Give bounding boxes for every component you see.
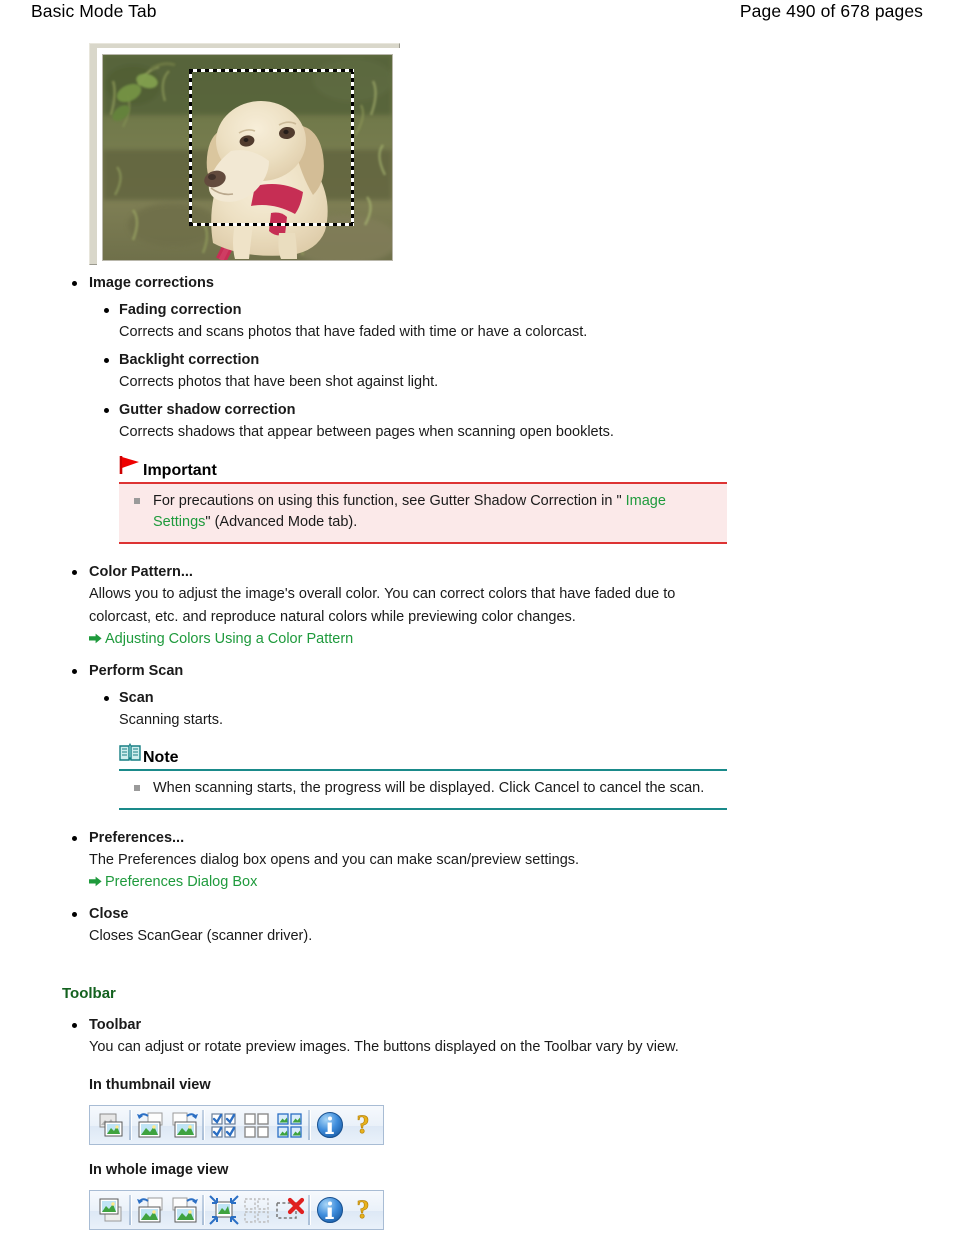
help-icon[interactable]: ? [346, 1193, 379, 1227]
red-flag-icon [119, 455, 141, 480]
toolbar-separator [129, 1110, 132, 1140]
note-callout-body: When scanning starts, the progress will … [119, 769, 727, 810]
rotate-right-icon[interactable] [167, 1193, 200, 1227]
desc-color-pattern: Allows you to adjust the image's overall… [89, 586, 676, 625]
preview-photo-dog [103, 55, 392, 260]
important-text: For precautions on using this function, … [129, 491, 717, 533]
term-fading-correction: Fading correction [119, 302, 242, 318]
list-item: Close [0, 904, 954, 925]
link-adjusting-colors[interactable]: Adjusting Colors Using a Color Pattern [105, 631, 353, 647]
list-item: Scan [0, 688, 954, 709]
select-all-frames-icon[interactable] [207, 1108, 240, 1142]
page-header: Basic Mode Tab Page 490 of 678 pages [0, 0, 954, 34]
preview-icon[interactable] [94, 1108, 127, 1142]
help-icon[interactable]: ? [346, 1108, 379, 1142]
page-number-indicator: Page 490 of 678 pages [739, 1, 923, 21]
document-body: Image corrections Fading correction Corr… [0, 273, 954, 1230]
green-arrow-icon [89, 873, 102, 893]
desc-preferences: The Preferences dialog box opens and you… [89, 852, 580, 868]
term-gutter-shadow-correction: Gutter shadow correction [119, 402, 296, 418]
list-item: Perform Scan [0, 661, 954, 682]
rotate-right-icon[interactable] [167, 1108, 200, 1142]
desc-fading-correction: Corrects and scans photos that have fade… [119, 324, 588, 340]
list-item: Backlight correction [0, 350, 954, 371]
toolbar-whole-image-view[interactable]: ? [89, 1190, 384, 1230]
important-callout: Important For precautions on using this … [119, 455, 727, 544]
desc-toolbar: You can adjust or rotate preview images.… [89, 1039, 679, 1055]
square-bullet-icon [134, 498, 140, 504]
list-item: Fading correction [0, 300, 954, 321]
rotate-left-icon[interactable] [134, 1193, 167, 1227]
page-title: Basic Mode Tab [31, 1, 157, 21]
toolbar-separator [308, 1110, 311, 1140]
auto-crop-frames-icon[interactable] [273, 1108, 306, 1142]
subheading-whole-image-view: In whole image view [89, 1162, 229, 1178]
toolbar-separator [202, 1195, 205, 1225]
note-text-content: When scanning starts, the progress will … [153, 780, 705, 796]
term-backlight-correction: Backlight correction [119, 352, 260, 368]
term-preferences: Preferences... [89, 830, 185, 846]
term-close: Close [89, 906, 129, 922]
information-icon[interactable] [313, 1193, 346, 1227]
important-callout-header: Important [119, 455, 727, 482]
toolbar-thumbnail-view[interactable]: ? [89, 1105, 384, 1145]
link-row-color-pattern: Adjusting Colors Using a Color Pattern [0, 629, 954, 650]
book-note-icon [119, 742, 141, 767]
auto-crop-icon[interactable] [207, 1193, 240, 1227]
preview-icon[interactable] [94, 1193, 127, 1227]
list-item: Gutter shadow correction [0, 400, 954, 421]
note-callout: Note When scanning starts, the progress … [119, 742, 727, 810]
rotate-left-icon[interactable] [134, 1108, 167, 1142]
svg-text:?: ? [356, 1195, 369, 1224]
desc-gutter-shadow-correction: Corrects shadows that appear between pag… [119, 424, 614, 440]
select-all-frames-disabled-icon [240, 1193, 273, 1227]
deselect-all-frames-icon[interactable] [240, 1108, 273, 1142]
green-arrow-icon [89, 630, 102, 650]
toolbar-separator [129, 1195, 132, 1225]
term-toolbar: Toolbar [89, 1017, 142, 1033]
preview-screenshot-figure [89, 43, 400, 265]
important-text-after: " (Advanced Mode tab). [205, 514, 358, 530]
crop-selection-frame[interactable] [189, 69, 354, 226]
subheading-thumbnail-view: In thumbnail view [89, 1077, 211, 1093]
list-item: Toolbar [0, 1015, 954, 1036]
important-text-before: For precautions on using this function, … [153, 493, 622, 509]
term-image-corrections: Image corrections [89, 275, 214, 291]
square-bullet-icon [134, 785, 140, 791]
important-callout-body: For precautions on using this function, … [119, 482, 727, 544]
desc-scan: Scanning starts. [119, 712, 223, 728]
list-item: Color Pattern... [0, 562, 954, 583]
term-scan: Scan [119, 690, 154, 706]
term-perform-scan: Perform Scan [89, 663, 184, 679]
list-item: Preferences... [0, 828, 954, 849]
link-row-preferences: Preferences Dialog Box [0, 872, 954, 893]
remove-frame-icon[interactable] [273, 1193, 306, 1227]
important-label: Important [143, 462, 217, 479]
section-heading-toolbar: Toolbar [62, 985, 116, 1002]
toolbar-separator [202, 1110, 205, 1140]
term-color-pattern: Color Pattern... [89, 564, 193, 580]
toolbar-separator [308, 1195, 311, 1225]
list-item: Image corrections [0, 273, 954, 294]
desc-backlight-correction: Corrects photos that have been shot agai… [119, 374, 439, 390]
note-label: Note [143, 749, 179, 766]
information-icon[interactable] [313, 1108, 346, 1142]
svg-text:?: ? [356, 1110, 369, 1139]
link-preferences-dialog-box[interactable]: Preferences Dialog Box [105, 874, 257, 890]
note-text: When scanning starts, the progress will … [129, 778, 717, 799]
desc-close: Closes ScanGear (scanner driver). [89, 928, 313, 944]
note-callout-header: Note [119, 742, 727, 769]
